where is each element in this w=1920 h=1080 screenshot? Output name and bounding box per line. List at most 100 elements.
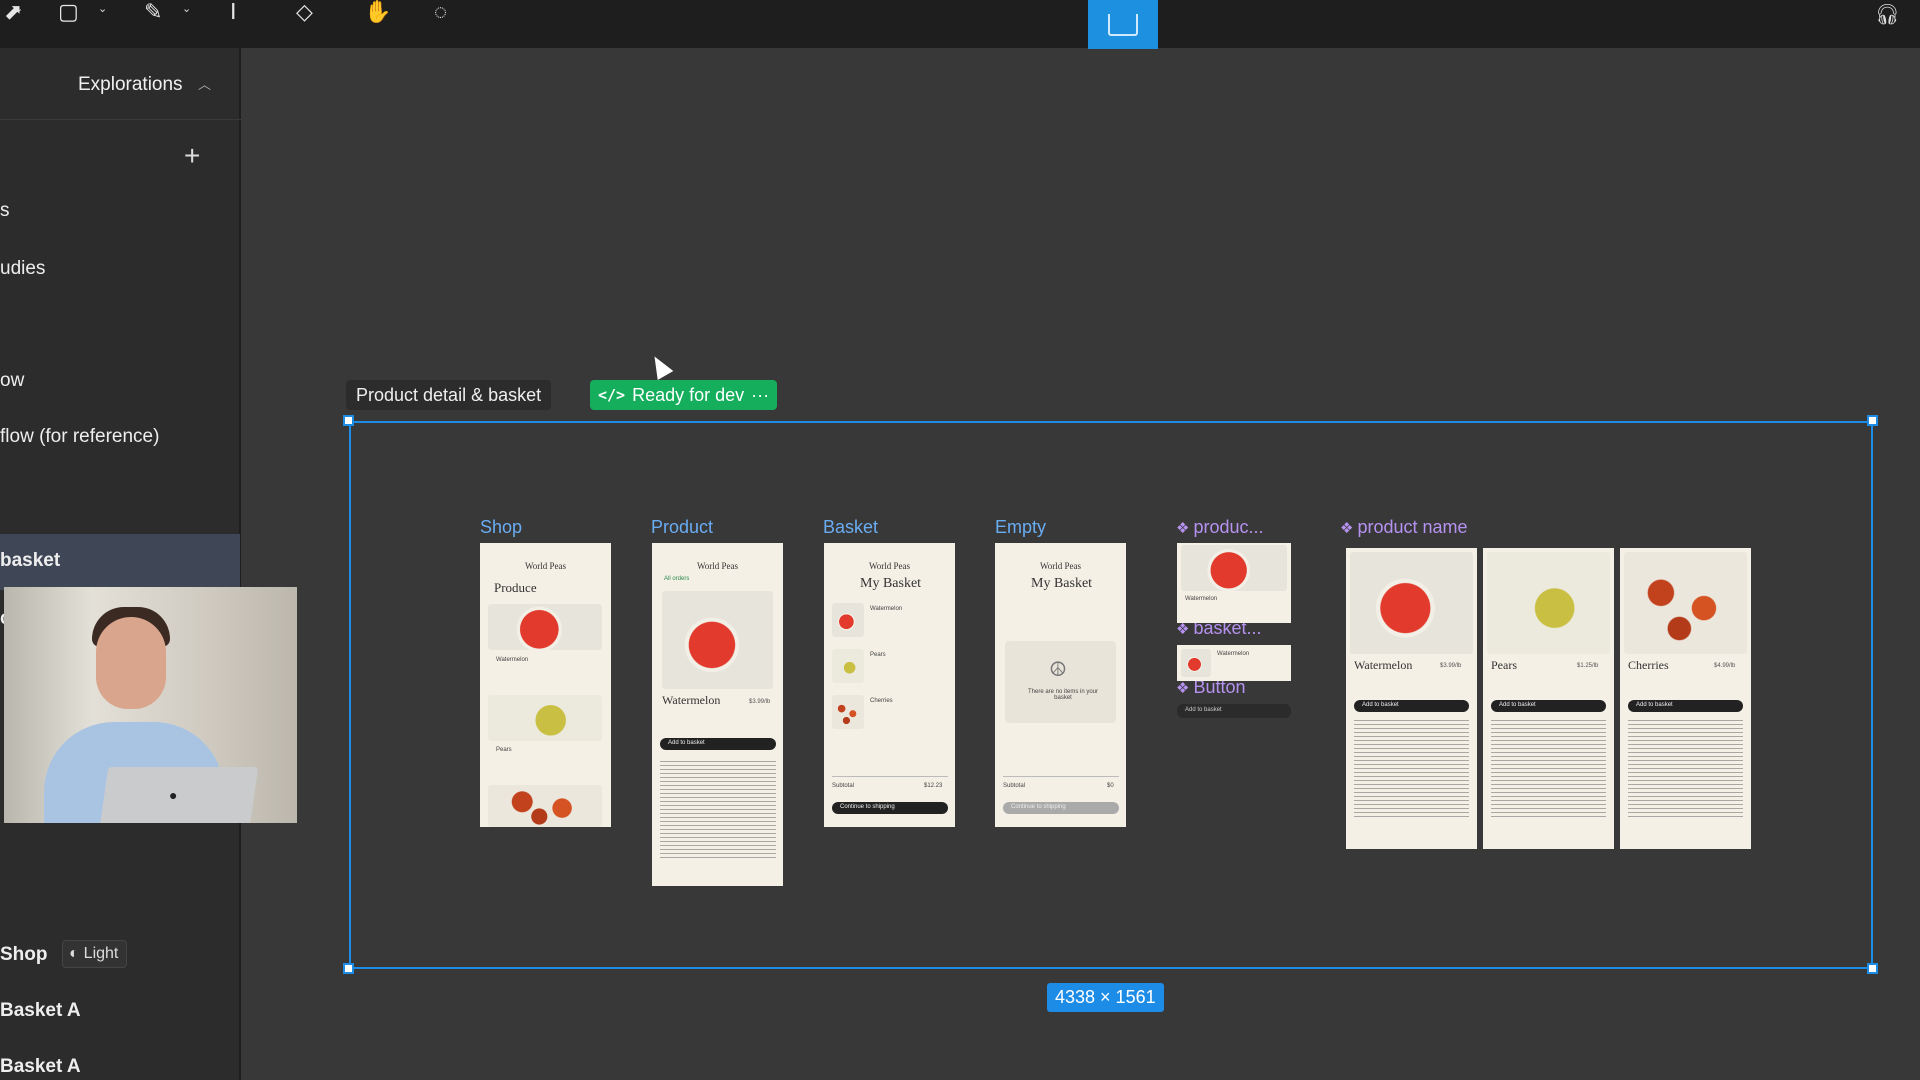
- text-tool-icon[interactable]: Ⅰ: [230, 0, 237, 24]
- page-item[interactable]: ow: [0, 370, 24, 392]
- brand-name: World Peas: [1039, 561, 1082, 571]
- section-name-label[interactable]: Product detail & basket: [346, 380, 552, 410]
- add-to-basket-label: Add to basket: [1499, 702, 1536, 708]
- component-title-text: product name: [1357, 517, 1468, 537]
- product-image-cherries: [1624, 552, 1747, 654]
- product-image-watermelon: [662, 591, 773, 689]
- add-page-icon[interactable]: +: [184, 140, 200, 172]
- frame-title-basket[interactable]: Basket: [823, 517, 878, 538]
- code-icon: </>: [598, 386, 626, 404]
- resize-handle-bottom-right[interactable]: [1867, 963, 1878, 974]
- product-variant-watermelon[interactable]: Watermelon $3.99/lb Add to basket: [1346, 548, 1477, 849]
- button-component-label: Add to basket: [1185, 707, 1222, 713]
- page-item[interactable]: s: [0, 200, 10, 222]
- page-item-selected[interactable]: basket: [0, 550, 60, 572]
- product-description: [1628, 720, 1743, 820]
- resources-icon[interactable]: ◇: [296, 0, 313, 24]
- basket-item-image: [1181, 649, 1211, 677]
- dimensions-badge: 4338 × 1561: [1047, 983, 1164, 1012]
- chevron-down-icon[interactable]: ⌄: [14, 2, 23, 15]
- component-title-text: produc...: [1193, 517, 1264, 537]
- add-to-basket-label: Add to basket: [1636, 702, 1673, 708]
- product-price: $3.99/lb: [749, 699, 771, 705]
- resize-handle-bottom-left[interactable]: [343, 963, 354, 974]
- variant-name: Watermelon: [1354, 658, 1413, 672]
- basket-item-image: [832, 603, 864, 637]
- ready-for-dev-badge[interactable]: </> Ready for dev ···: [590, 380, 778, 410]
- product-variant-cherries[interactable]: Cherries $4.99/lb Add to basket: [1620, 548, 1751, 849]
- component-title-product[interactable]: ❖ produc...: [1176, 517, 1264, 538]
- product-screen[interactable]: World Peas All orders Watermelon $3.99/l…: [652, 543, 783, 886]
- theme-badge[interactable]: ◐ Light: [62, 940, 128, 968]
- presenter-head: [96, 617, 166, 709]
- resize-handle-top-left[interactable]: [343, 415, 354, 426]
- continue-label: Continue to shipping: [840, 804, 895, 810]
- chevron-down-icon[interactable]: ⌄: [182, 2, 191, 15]
- product-image-watermelon: [488, 604, 602, 650]
- add-to-basket-label: Add to basket: [668, 740, 705, 746]
- layer-frame-shop[interactable]: Shop: [0, 944, 48, 966]
- basket-heading: My Basket: [1031, 576, 1093, 591]
- resize-handle-top-right[interactable]: [1867, 415, 1878, 426]
- shop-screen[interactable]: World Peas Produce Watermelon Pears: [480, 543, 611, 827]
- basket-item-image: [832, 695, 864, 729]
- more-options-icon[interactable]: ···: [751, 385, 769, 406]
- product-card-component[interactable]: Watermelon: [1177, 543, 1291, 623]
- product-name: Watermelon: [662, 693, 721, 707]
- product-image-cherries: [488, 785, 602, 827]
- frame-title-shop[interactable]: Shop: [480, 517, 522, 538]
- layer-frame-basket-a[interactable]: Basket A: [0, 1000, 81, 1022]
- chevron-down-icon[interactable]: ⌄: [98, 2, 107, 15]
- apple-logo-icon: ●: [169, 787, 178, 803]
- product-variant-pears[interactable]: Pears $1.25/lb Add to basket: [1483, 548, 1614, 849]
- ready-for-dev-label: Ready for dev: [632, 384, 745, 405]
- brand-name: World Peas: [868, 561, 911, 571]
- component-icon: ❖: [1176, 621, 1190, 638]
- component-icon: ❖: [1340, 520, 1354, 537]
- component-icon: ❖: [1176, 680, 1190, 697]
- basket-item-name: Cherries: [870, 698, 893, 704]
- empty-state-card: ☮ There are no items in your basket: [1005, 641, 1116, 723]
- variant-name: Cherries: [1628, 658, 1669, 672]
- page-item[interactable]: udies: [0, 258, 45, 280]
- basket-item-image: [832, 649, 864, 683]
- basket-item-name: Pears: [870, 652, 886, 658]
- code-icon: [1108, 13, 1138, 36]
- component-icon: ❖: [1176, 520, 1190, 537]
- product-image-pears: [1487, 552, 1610, 654]
- back-link: All orders: [664, 576, 690, 582]
- frame-title-product[interactable]: Product: [651, 517, 713, 538]
- comment-tool-icon[interactable]: ◌: [434, 0, 447, 24]
- subtotal-label: Subtotal: [832, 783, 855, 789]
- product-image-watermelon: [1181, 545, 1287, 591]
- empty-basket-screen[interactable]: World Peas My Basket ☮ There are no item…: [995, 543, 1126, 827]
- laptop: [99, 767, 259, 823]
- product-description: [1491, 720, 1606, 820]
- basket-item-component[interactable]: Watermelon: [1177, 645, 1291, 681]
- page-item[interactable]: flow (for reference): [0, 426, 159, 448]
- component-title-product-name[interactable]: ❖ product name: [1340, 517, 1468, 538]
- peace-icon: ☮: [1049, 659, 1067, 681]
- headphones-icon[interactable]: 🎧︎: [1875, 2, 1900, 27]
- add-to-basket-label: Add to basket: [1362, 702, 1399, 708]
- hand-tool-icon[interactable]: ✋: [364, 0, 391, 24]
- chevron-up-icon[interactable]: ︿: [198, 74, 211, 93]
- divider: [832, 776, 948, 777]
- brand-name: World Peas: [696, 561, 739, 571]
- basket-heading: My Basket: [860, 576, 922, 591]
- pen-tool-icon[interactable]: ✎: [144, 0, 162, 24]
- presenter-webcam: ●: [4, 587, 297, 823]
- frame-title-empty[interactable]: Empty: [995, 517, 1046, 538]
- dev-mode-toggle[interactable]: [1088, 0, 1158, 49]
- pages-header[interactable]: Explorations ︿: [0, 48, 241, 120]
- product-name: Watermelon: [496, 657, 529, 663]
- subtotal-label: Subtotal: [1003, 783, 1026, 789]
- top-toolbar: ⬈ ⌄ ▢ ⌄ ✎ ⌄ Ⅰ ◇ ✋ ◌ 🎧︎: [0, 0, 1920, 49]
- frame-tool-icon[interactable]: ▢: [58, 0, 79, 24]
- brand-name: World Peas: [524, 561, 567, 571]
- layer-frame-basket-a[interactable]: Basket A: [0, 1056, 81, 1078]
- product-description: [660, 761, 776, 861]
- product-description: [1354, 720, 1469, 820]
- basket-screen[interactable]: World Peas My Basket Watermelon Pears Ch…: [824, 543, 955, 827]
- variant-price: $3.99/lb: [1440, 663, 1462, 669]
